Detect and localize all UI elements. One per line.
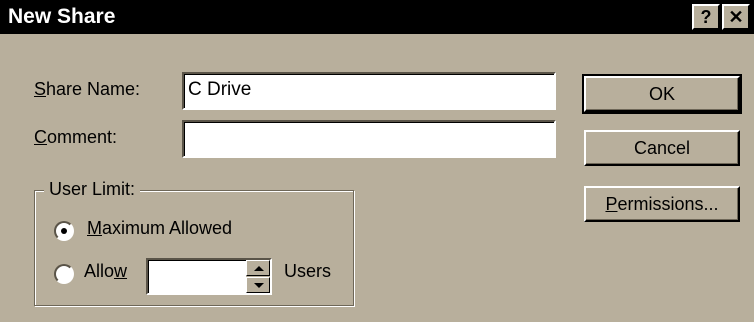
- user-limit-legend: User Limit:: [44, 179, 141, 200]
- comment-label: Comment:: [34, 127, 117, 148]
- users-label: Users: [284, 261, 332, 281]
- permissions-button[interactable]: Permissions...: [584, 186, 740, 222]
- chevron-down-icon: [254, 283, 264, 288]
- allow-radio[interactable]: [54, 264, 74, 284]
- spin-up-button[interactable]: [246, 260, 270, 276]
- cancel-button[interactable]: Cancel: [584, 130, 740, 166]
- allow-label[interactable]: Allow: [84, 261, 127, 282]
- maximum-allowed-label[interactable]: Maximum Allowed: [87, 218, 232, 239]
- spin-down-button[interactable]: [246, 277, 270, 293]
- window-title: New Share: [8, 5, 116, 28]
- maximum-allowed-label-text: aximum Allowed: [102, 218, 233, 238]
- help-icon[interactable]: ?: [692, 4, 720, 30]
- title-bar[interactable]: New Share ? ✕: [0, 0, 754, 34]
- maximum-allowed-accesskey: M: [87, 218, 102, 238]
- comment-input[interactable]: [182, 120, 556, 158]
- comment-label-text: omment:: [47, 127, 118, 147]
- allow-label-text: Allo: [84, 261, 115, 281]
- allow-accesskey: w: [114, 261, 128, 281]
- radio-selected-dot: [61, 228, 67, 234]
- share-name-input[interactable]: C Drive: [182, 72, 556, 110]
- permissions-button-label: ermissions...: [617, 194, 719, 214]
- ok-button[interactable]: OK: [582, 74, 742, 114]
- close-icon[interactable]: ✕: [722, 4, 750, 30]
- users-spinner: [246, 260, 270, 293]
- share-name-label: Share Name:: [34, 79, 140, 100]
- chevron-up-icon: [254, 266, 264, 271]
- comment-accesskey: C: [34, 127, 47, 147]
- share-name-label-text: hare Name:: [46, 79, 141, 99]
- maximum-allowed-radio[interactable]: [54, 221, 74, 241]
- new-share-dialog: New Share ? ✕ Share Name: C Drive Commen…: [0, 0, 754, 322]
- permissions-accesskey: P: [605, 194, 618, 214]
- share-name-accesskey: S: [34, 79, 47, 99]
